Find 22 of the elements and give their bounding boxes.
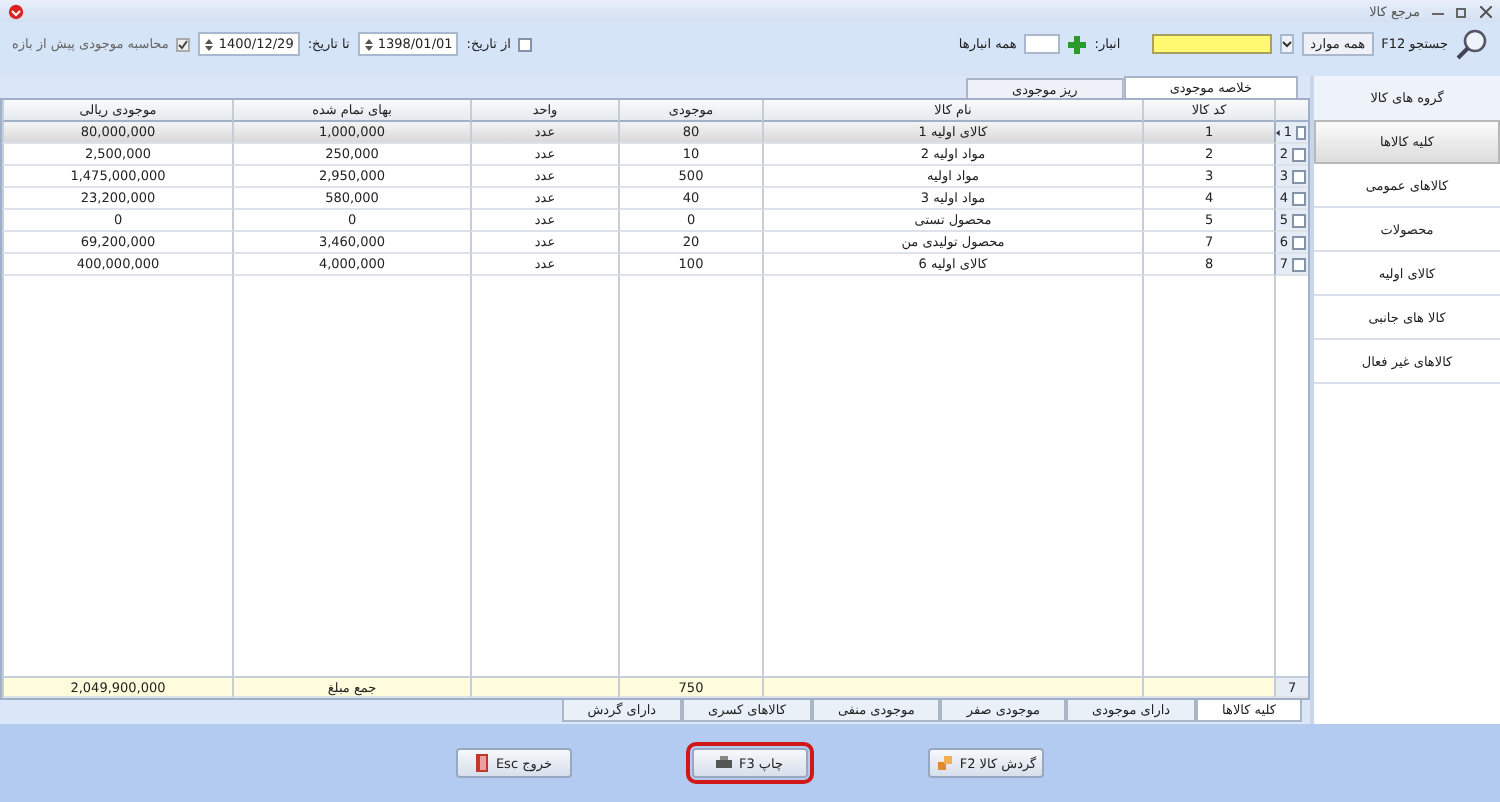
dropdown-caret-icon[interactable] (1280, 34, 1295, 54)
checkbox[interactable] (518, 37, 533, 51)
checkbox[interactable] (1295, 125, 1306, 139)
checkbox[interactable] (1292, 147, 1306, 161)
checkbox[interactable] (176, 37, 191, 51)
boxes-icon (935, 754, 954, 772)
spin-icon[interactable] (204, 37, 215, 51)
spin-icon[interactable] (363, 37, 374, 51)
checkbox[interactable] (1292, 191, 1306, 205)
search-field[interactable] (1152, 34, 1273, 54)
close-icon[interactable] (1480, 5, 1492, 17)
checkbox[interactable] (1292, 257, 1306, 271)
checkbox[interactable] (1292, 213, 1306, 227)
checkbox[interactable] (1292, 235, 1306, 249)
search-icon[interactable] (1456, 28, 1488, 60)
door-icon (475, 754, 490, 772)
plus-icon[interactable] (1068, 35, 1087, 53)
app-icon (8, 3, 24, 19)
checkbox[interactable] (1292, 169, 1306, 183)
restore-icon[interactable] (1456, 5, 1468, 17)
printer-icon (716, 756, 733, 770)
warehouse-field[interactable] (1024, 34, 1061, 54)
